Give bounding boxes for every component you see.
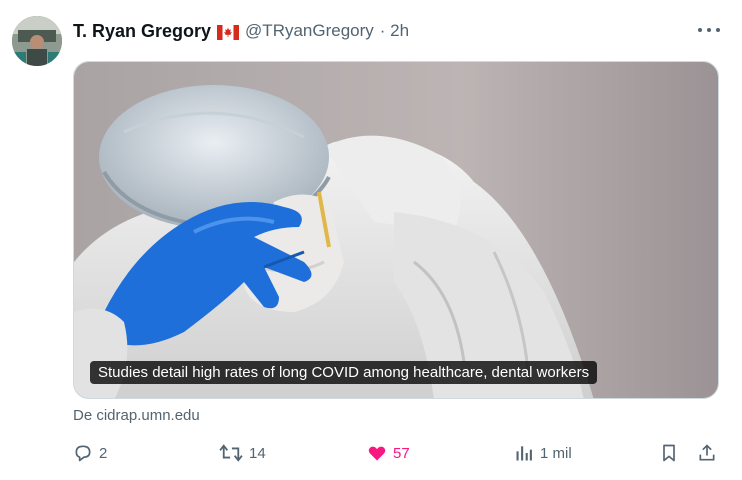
tweet[interactable]: T. Ryan Gregory @TRyanGregory · 2h Studi… — [0, 0, 742, 480]
share-button[interactable] — [697, 440, 717, 466]
post-time[interactable]: · 2h — [380, 21, 409, 41]
canada-flag-icon — [217, 24, 240, 40]
retweet-icon — [219, 444, 243, 462]
tweet-actions: 2 14 57 1 mil — [73, 440, 723, 466]
like-button[interactable]: 57 — [367, 440, 410, 466]
retweet-button[interactable]: 14 — [219, 440, 266, 466]
reply-button[interactable]: 2 — [73, 440, 107, 466]
tweet-header: T. Ryan Gregory @TRyanGregory · 2h — [73, 19, 409, 43]
views-count: 1 mil — [540, 444, 572, 462]
author-name[interactable]: T. Ryan Gregory — [73, 21, 211, 42]
retweet-count: 14 — [249, 444, 266, 462]
author-handle[interactable]: @TRyanGregory — [245, 21, 374, 41]
reply-icon — [75, 445, 91, 462]
healthcare-worker-photo — [74, 62, 718, 398]
views-icon — [516, 446, 532, 461]
bookmark-icon — [663, 444, 675, 462]
heart-icon — [368, 446, 386, 461]
like-count: 57 — [393, 444, 410, 462]
reply-count: 2 — [99, 444, 108, 462]
link-source[interactable]: De cidrap.umn.edu — [73, 407, 200, 424]
link-card-title[interactable]: Studies detail high rates of long COVID … — [90, 361, 598, 384]
bookmark-button[interactable] — [659, 440, 679, 466]
share-icon — [699, 444, 715, 461]
avatar[interactable] — [12, 16, 62, 66]
views-button[interactable]: 1 mil — [514, 440, 572, 466]
more-icon[interactable] — [698, 20, 720, 40]
link-card-image[interactable]: Studies detail high rates of long COVID … — [73, 61, 719, 399]
